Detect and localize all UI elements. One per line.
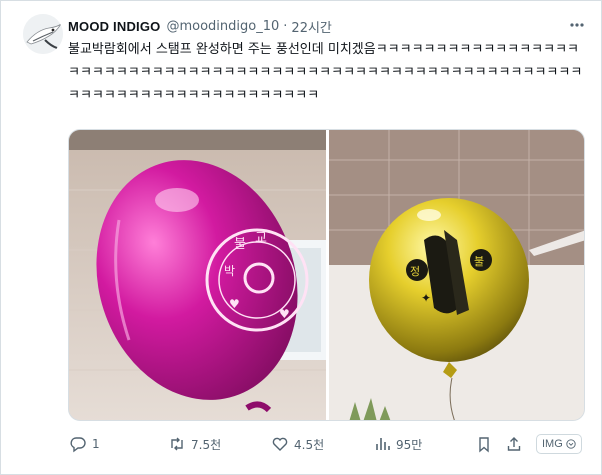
more-button[interactable]	[566, 16, 588, 36]
tweet-media[interactable]: 불 교 박 ♥ ♥ 정 불 ✦	[68, 129, 585, 421]
retweet-icon	[171, 437, 183, 451]
img-download-button[interactable]: IMG	[536, 434, 582, 454]
svg-text:불: 불	[234, 237, 246, 252]
avatar-bird-icon	[23, 14, 63, 54]
tweet-header: MOOD INDIGO @moodindigo_10 · 22시간	[68, 16, 588, 36]
gold-balloon-photo[interactable]: 정 불 ✦	[329, 130, 584, 420]
img-label: IMG	[542, 438, 563, 450]
retweet-count: 7.5천	[191, 437, 222, 452]
like-button[interactable]: 4.5천	[271, 429, 324, 459]
more-dots-icon	[570, 23, 584, 27]
views-chart-icon	[376, 438, 390, 450]
pink-balloon-photo[interactable]: 불 교 박 ♥ ♥	[69, 130, 326, 420]
bookmark-button[interactable]	[475, 429, 498, 459]
display-name[interactable]: MOOD INDIGO	[68, 19, 160, 34]
svg-text:✦: ✦	[421, 291, 431, 305]
timestamp[interactable]: 22시간	[291, 17, 331, 36]
share-icon	[507, 437, 521, 451]
heart-icon	[272, 437, 288, 451]
svg-text:♥: ♥	[279, 307, 290, 321]
reply-button[interactable]: 1	[69, 429, 100, 459]
bookmark-icon	[479, 437, 489, 453]
retweet-button[interactable]: 7.5천	[168, 429, 221, 459]
share-button[interactable]	[505, 429, 528, 459]
avatar[interactable]	[23, 14, 63, 54]
svg-text:♥: ♥	[229, 297, 240, 311]
views-button[interactable]: 95만	[373, 429, 422, 459]
action-bar: 1 7.5천 4.5천 95만 IMG	[61, 429, 591, 459]
pink-balloon-image: 불 교 박 ♥ ♥	[69, 130, 326, 420]
svg-text:교: 교	[255, 231, 267, 246]
like-count: 4.5천	[294, 437, 325, 452]
separator-dot: ·	[283, 18, 288, 34]
views-count: 95만	[396, 437, 423, 452]
tweet-text: 불교박람회에서 스탬프 완성하면 주는 풍선인데 미치겠음ㅋㅋㅋㅋㅋㅋㅋㅋㅋㅋㅋ…	[68, 42, 583, 103]
user-handle[interactable]: @moodindigo_10	[166, 19, 279, 34]
gold-balloon-image: 정 불 ✦	[329, 130, 584, 420]
svg-text:박: 박	[224, 264, 235, 278]
tweet-card[interactable]: MOOD INDIGO @moodindigo_10 · 22시간 불교박람회에…	[0, 0, 602, 475]
reply-count: 1	[92, 437, 100, 451]
svg-text:불: 불	[474, 255, 484, 268]
svg-text:정: 정	[410, 265, 420, 278]
reply-icon	[70, 437, 86, 453]
chevron-down-icon	[566, 439, 576, 449]
